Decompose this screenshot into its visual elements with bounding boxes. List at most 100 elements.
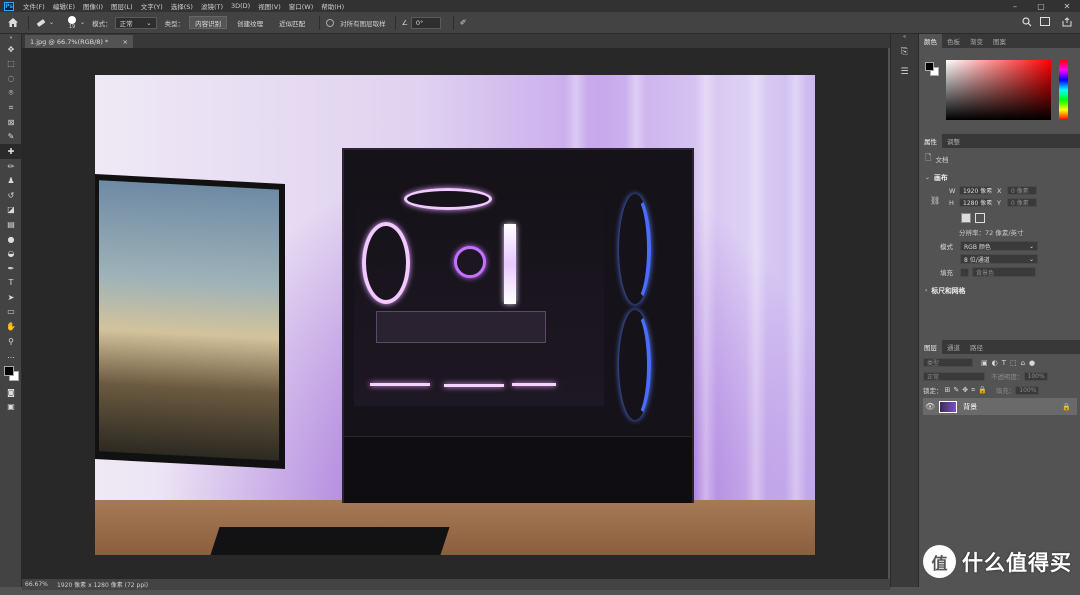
frame-tool-icon[interactable]: ⊠: [0, 115, 22, 130]
home-icon[interactable]: [4, 18, 22, 27]
history-panel-icon[interactable]: ⎘: [891, 42, 918, 62]
menu-filter[interactable]: 滤镜(T): [197, 1, 227, 11]
width-input[interactable]: 1920 像素: [959, 186, 992, 195]
hand-tool-icon[interactable]: ✋: [0, 319, 22, 334]
workspace-icon[interactable]: [1040, 17, 1050, 26]
create-texture-button[interactable]: 创建纹理: [231, 16, 270, 29]
foreground-color-swatch[interactable]: [4, 366, 14, 377]
tab-color[interactable]: 颜色: [919, 34, 942, 48]
history-brush-tool-icon[interactable]: ↺: [0, 188, 22, 203]
y-input[interactable]: 0 像素: [1007, 198, 1037, 207]
screen-mode-icon[interactable]: ▣: [0, 400, 22, 415]
eyedropper-tool-icon[interactable]: ✎: [0, 130, 22, 145]
tab-paths[interactable]: 路径: [965, 340, 988, 354]
height-input[interactable]: 1280 像素: [959, 198, 992, 207]
document-label: 文档: [935, 156, 949, 164]
maximize-icon[interactable]: ▢: [1028, 0, 1054, 12]
tab-swatches[interactable]: 色板: [942, 34, 965, 48]
type-tool-icon[interactable]: T: [0, 276, 22, 291]
canvas-section-title: 画布: [934, 174, 948, 182]
lock-icons[interactable]: ⊞✎✥⌗🔒: [945, 386, 990, 395]
canvas-area[interactable]: [22, 48, 888, 579]
toolbox-collapse-icon[interactable]: »: [0, 34, 22, 42]
fill-swatch[interactable]: [960, 267, 969, 277]
clone-stamp-tool-icon[interactable]: ♟: [0, 173, 22, 188]
content-aware-button[interactable]: 内容识别: [189, 16, 228, 29]
close-tab-icon[interactable]: ×: [123, 38, 128, 46]
landscape-orientation-icon[interactable]: [975, 213, 985, 223]
move-tool-icon[interactable]: ✥: [0, 42, 22, 57]
fill-select[interactable]: 背景色: [972, 267, 1036, 277]
visibility-eye-icon[interactable]: 👁: [925, 402, 935, 411]
color-field[interactable]: [946, 60, 1051, 120]
quick-select-tool-icon[interactable]: ⌾: [0, 86, 22, 101]
blend-mode-select[interactable]: 正常: [923, 371, 985, 381]
shape-tool-icon[interactable]: ▭: [0, 305, 22, 320]
menu-edit[interactable]: 编辑(E): [49, 1, 79, 11]
rulers-grid-section-title[interactable]: 标尺和网格: [931, 285, 965, 295]
tab-patterns[interactable]: 图案: [988, 34, 1011, 48]
menu-window[interactable]: 窗口(W): [285, 1, 318, 11]
menu-type[interactable]: 文字(Y): [137, 1, 167, 11]
tab-properties[interactable]: 属性: [919, 134, 942, 148]
document-image[interactable]: [95, 75, 815, 555]
pen-tool-icon[interactable]: ✒: [0, 261, 22, 276]
zoom-tool-icon[interactable]: ⚲: [0, 334, 22, 349]
menu-file[interactable]: 文件(F): [19, 1, 49, 11]
minimize-icon[interactable]: –: [1002, 0, 1028, 12]
eraser-tool-icon[interactable]: ◪: [0, 203, 22, 218]
dock-collapse-icon[interactable]: «: [891, 34, 918, 42]
fill-percent-input[interactable]: 100%: [1015, 385, 1040, 395]
color-swatches[interactable]: [0, 363, 22, 385]
bit-depth-select[interactable]: 8 位/通道 ⌄: [960, 254, 1038, 264]
layer-filter-icons[interactable]: ▣◐T⬚⌂●: [981, 359, 1039, 367]
opacity-input[interactable]: 100%: [1023, 371, 1048, 381]
menu-view[interactable]: 视图(V): [254, 1, 285, 11]
crop-tool-icon[interactable]: ⌗: [0, 100, 22, 115]
path-select-tool-icon[interactable]: ➤: [0, 290, 22, 305]
layer-filter-select[interactable]: 类型: [923, 358, 973, 367]
panel-foreground-swatch[interactable]: [925, 62, 934, 71]
quick-mask-icon[interactable]: ◙: [0, 385, 22, 400]
tab-channels[interactable]: 通道: [942, 340, 965, 354]
marquee-tool-icon[interactable]: ⬚: [0, 57, 22, 72]
portrait-orientation-icon[interactable]: [961, 213, 971, 223]
brush-tool-icon[interactable]: ✏: [0, 159, 22, 174]
x-input[interactable]: 0 像素: [1007, 186, 1037, 195]
zoom-level[interactable]: 66.67%: [25, 581, 55, 588]
gradient-tool-icon[interactable]: ▤: [0, 217, 22, 232]
sample-all-layers-checkbox[interactable]: [326, 18, 335, 27]
menu-select[interactable]: 选择(S): [167, 1, 197, 11]
dodge-tool-icon[interactable]: ◒: [0, 246, 22, 261]
hue-slider[interactable]: [1059, 60, 1068, 120]
tab-adjustments[interactable]: 调整: [942, 134, 965, 148]
properties-panel-tabs: 属性 调整: [919, 134, 1080, 148]
document-icon: 🗋: [925, 153, 932, 162]
menu-image[interactable]: 图像(I): [79, 1, 107, 11]
layer-row[interactable]: 👁 背景 🔒: [923, 398, 1077, 415]
angle-value: 0°: [415, 18, 424, 27]
blur-tool-icon[interactable]: ●: [0, 232, 22, 247]
share-icon[interactable]: [1062, 17, 1072, 29]
menu-3d[interactable]: 3D(D): [227, 2, 254, 10]
link-dimensions-icon[interactable]: ⛓: [930, 196, 940, 205]
pressure-icon[interactable]: ✐: [460, 18, 467, 27]
menu-help[interactable]: 帮助(H): [317, 1, 348, 11]
brush-size-picker[interactable]: 19: [68, 15, 77, 30]
document-tab[interactable]: 1.jpg @ 66.7%(RGB/8) * ×: [25, 35, 133, 48]
close-window-icon[interactable]: ✕: [1054, 0, 1080, 12]
properties-panel-icon[interactable]: ☰: [891, 62, 918, 82]
angle-input[interactable]: 0°: [410, 16, 441, 29]
color-mode-select[interactable]: RGB 颜色 ⌄: [960, 241, 1038, 251]
proximity-match-button[interactable]: 近似匹配: [273, 16, 312, 29]
search-icon[interactable]: [1022, 17, 1032, 29]
more-tools-icon[interactable]: …: [0, 348, 22, 363]
menu-layer[interactable]: 图层(L): [107, 1, 137, 11]
healing-brush-tool-icon[interactable]: ✚: [0, 144, 22, 159]
lasso-tool-icon[interactable]: ◌: [0, 71, 22, 86]
tab-layers[interactable]: 图层: [919, 340, 942, 354]
mode-select[interactable]: 正常 ⌄: [114, 16, 157, 29]
layer-thumbnail: [939, 400, 958, 413]
healing-brush-icon[interactable]: ⌄: [35, 18, 54, 28]
tab-gradients[interactable]: 渐变: [965, 34, 988, 48]
